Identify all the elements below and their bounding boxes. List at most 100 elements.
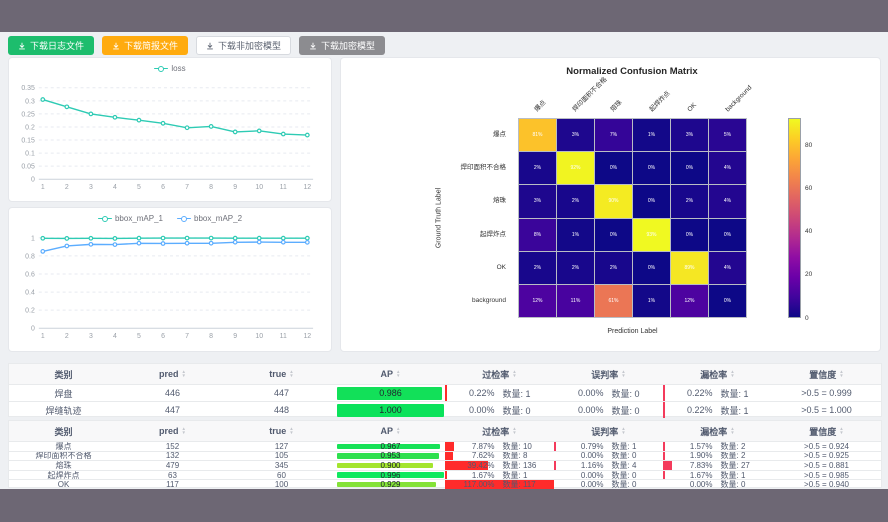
column-header-true[interactable]: true▲▼ xyxy=(227,369,336,379)
download-encrypted-model-button[interactable]: 下载加密模型 xyxy=(299,36,385,55)
sort-caret-icon[interactable]: ▲▼ xyxy=(182,427,186,434)
loss-chart-card: loss 00.050.10.150.20.250.30.35123456789… xyxy=(8,57,332,202)
misjudge-count: 数量: 0 xyxy=(612,404,656,417)
legend-item-loss[interactable]: loss xyxy=(154,64,185,73)
overkill-count: 数量: 1 xyxy=(503,387,547,400)
x-tick-label: 5 xyxy=(137,184,141,191)
column-header-ap[interactable]: AP▲▼ xyxy=(336,369,445,379)
download-icon xyxy=(309,42,317,50)
x-tick-label: 9 xyxy=(233,184,237,191)
x-tick-label: 12 xyxy=(303,184,311,191)
cm-cell-background-爆点: 12% xyxy=(519,285,556,317)
confusion-matrix-card: Normalized Confusion Matrix Ground Truth… xyxy=(340,57,881,352)
column-header-ap[interactable]: AP▲▼ xyxy=(336,426,445,436)
bbox_mAP_2-line xyxy=(43,242,308,251)
loss-point xyxy=(161,122,165,126)
confidence-cell: >0.5 = 0.925 xyxy=(772,452,881,461)
cm-cell-background-起焊炸点: 1% xyxy=(633,285,670,317)
sort-caret-icon[interactable]: ▲▼ xyxy=(289,370,293,377)
confusion-matrix-colorbar xyxy=(788,118,801,318)
column-header-label: pred xyxy=(159,426,179,436)
column-header-pred[interactable]: pred▲▼ xyxy=(118,369,227,379)
cm-cell-起焊炸点-background: 0% xyxy=(709,219,746,251)
loss-line xyxy=(43,100,308,136)
pred-cell: 132 xyxy=(118,452,227,461)
bbox_mAP_2-point xyxy=(137,241,141,245)
column-header-miss[interactable]: 漏检率▲▼ xyxy=(663,368,772,381)
x-tick-label: 1 xyxy=(41,184,45,191)
table-row-焊盘: 焊盘4464470.9860.22%数量: 10.00%数量: 00.22%数量… xyxy=(9,384,881,401)
column-header-miss[interactable]: 漏检率▲▼ xyxy=(663,425,772,438)
y-tick-label: 1 xyxy=(31,235,35,242)
cm-cell-起焊炸点-熔珠: 0% xyxy=(595,219,632,251)
misjudge-bar xyxy=(554,461,556,470)
download-plain-model-button[interactable]: 下载非加密模型 xyxy=(196,36,291,55)
column-header-pred[interactable]: pred▲▼ xyxy=(118,426,227,436)
table-row-焊印面积不合格: 焊印面积不合格1321050.9537.62%数量: 80.00%数量: 01.… xyxy=(9,451,881,461)
ap-cell: 0.986 xyxy=(336,385,445,401)
sort-caret-icon[interactable]: ▲▼ xyxy=(512,370,516,377)
loss-point xyxy=(209,125,213,129)
column-header-overkill[interactable]: 过检率▲▼ xyxy=(445,425,554,438)
legend-label: bbox_mAP_1 xyxy=(115,214,163,223)
button-label: 下载加密模型 xyxy=(321,39,375,52)
cm-cell-爆点-焊印面积不合格: 3% xyxy=(557,119,594,151)
table-row-爆点: 爆点1521270.9677.87%数量: 100.79%数量: 11.57%数… xyxy=(9,441,881,451)
legend-marker xyxy=(177,216,191,222)
column-header-misjudge[interactable]: 误判率▲▼ xyxy=(554,368,663,381)
button-label: 下载日志文件 xyxy=(30,39,84,52)
cm-cell-background-焊印面积不合格: 11% xyxy=(557,285,594,317)
x-tick-label: 11 xyxy=(280,333,287,340)
misjudge-percent: 0.00% xyxy=(562,405,604,415)
sort-caret-icon[interactable]: ▲▼ xyxy=(512,427,516,434)
misjudge-count: 数量: 0 xyxy=(612,480,656,489)
cm-cell-OK-焊印面积不合格: 2% xyxy=(557,252,594,284)
sort-caret-icon[interactable]: ▲▼ xyxy=(621,427,625,434)
x-tick-label: 12 xyxy=(303,333,311,340)
cm-cell-起焊炸点-起焊炸点: 93% xyxy=(633,219,670,251)
cm-column-label: background xyxy=(724,84,754,114)
column-header-label: 置信度 xyxy=(809,425,836,438)
sort-caret-icon[interactable]: ▲▼ xyxy=(839,370,843,377)
true-cell: 100 xyxy=(227,480,336,489)
column-header-confidence[interactable]: 置信度▲▼ xyxy=(772,368,881,381)
cm-cell-熔珠-起焊炸点: 0% xyxy=(633,185,670,217)
cm-cell-OK-熔珠: 2% xyxy=(595,252,632,284)
cm-cell-焊印面积不合格-OK: 0% xyxy=(671,152,708,184)
sort-caret-icon[interactable]: ▲▼ xyxy=(839,427,843,434)
y-tick-label: 0.35 xyxy=(21,85,35,92)
cm-cell-焊印面积不合格-焊印面积不合格: 92% xyxy=(557,152,594,184)
legend-marker xyxy=(98,216,112,222)
download-report-file-button[interactable]: 下载简报文件 xyxy=(102,36,188,55)
cm-cell-爆点-熔珠: 7% xyxy=(595,119,632,151)
bbox_mAP_1-point xyxy=(257,236,261,240)
bbox_mAP_2-point xyxy=(65,244,69,248)
misjudge-count: 数量: 0 xyxy=(612,471,656,480)
sort-caret-icon[interactable]: ▲▼ xyxy=(289,427,293,434)
column-header-overkill[interactable]: 过检率▲▼ xyxy=(445,368,554,381)
overkill-percent: 0.22% xyxy=(453,388,495,398)
colorbar-tick-label: 40 xyxy=(805,228,812,235)
sort-caret-icon[interactable]: ▲▼ xyxy=(621,370,625,377)
download-log-file-button[interactable]: 下载日志文件 xyxy=(8,36,94,55)
column-header-confidence[interactable]: 置信度▲▼ xyxy=(772,425,881,438)
column-header-label: 误判率 xyxy=(591,368,618,381)
sort-caret-icon[interactable]: ▲▼ xyxy=(396,370,400,377)
cm-cell-OK-起焊炸点: 0% xyxy=(633,252,670,284)
sort-caret-icon[interactable]: ▲▼ xyxy=(396,427,400,434)
legend-item-bbox_mAP_1[interactable]: bbox_mAP_1 xyxy=(98,214,163,223)
sort-caret-icon[interactable]: ▲▼ xyxy=(730,427,734,434)
legend-item-bbox_mAP_2[interactable]: bbox_mAP_2 xyxy=(177,214,242,223)
column-header-true[interactable]: true▲▼ xyxy=(227,426,336,436)
sort-caret-icon[interactable]: ▲▼ xyxy=(182,370,186,377)
miss-percent: 0.22% xyxy=(671,405,713,415)
x-tick-label: 5 xyxy=(137,333,141,340)
sort-caret-icon[interactable]: ▲▼ xyxy=(730,370,734,377)
y-tick-label: 0.1 xyxy=(25,151,35,158)
miss-percent: 1.90% xyxy=(671,452,713,461)
bbox_mAP_1-point xyxy=(89,236,93,240)
column-header-misjudge[interactable]: 误判率▲▼ xyxy=(554,425,663,438)
miss-count: 数量: 2 xyxy=(721,442,765,451)
miss-count: 数量: 1 xyxy=(721,471,765,480)
bbox_mAP_2-point xyxy=(185,241,189,245)
